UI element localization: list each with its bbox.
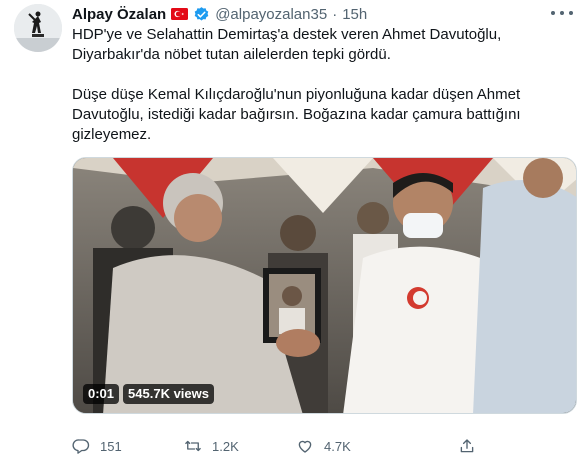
share-button[interactable] bbox=[458, 437, 476, 455]
reply-button[interactable]: 151 bbox=[72, 437, 184, 455]
tweet-text: HDP'ye ve Selahattin Demirtaş'a destek v… bbox=[72, 25, 572, 145]
tweet-text-line: Düşe düşe Kemal Kılıçdaroğlu'nun piyonlu… bbox=[72, 86, 521, 103]
tweet-text-line: Davutoğlu, istediği kadar bağırsın. Boğa… bbox=[72, 106, 521, 123]
separator-dot: · bbox=[332, 5, 338, 23]
retweet-icon bbox=[185, 440, 201, 452]
video-player[interactable]: 0:01 545.7K views bbox=[72, 157, 577, 414]
retweet-count: 1.2K bbox=[212, 438, 239, 454]
heart-icon bbox=[298, 440, 312, 453]
like-count: 4.7K bbox=[324, 438, 351, 454]
verified-badge-icon bbox=[194, 6, 209, 21]
tweet-header: Alpay Özalan @alpayozalan35 · 15h bbox=[72, 4, 367, 24]
reply-count: 151 bbox=[100, 438, 122, 454]
video-time: 0:01 bbox=[83, 384, 120, 404]
author-handle[interactable]: @alpayozalan35 bbox=[215, 6, 327, 23]
tweet-timestamp[interactable]: 15h bbox=[342, 6, 367, 23]
tweet-text-line: Diyarbakır'da nöbet tutan ailelerden tep… bbox=[72, 46, 391, 63]
video-thumbnail bbox=[73, 158, 576, 413]
video-views: 545.7K views bbox=[123, 384, 214, 404]
like-button[interactable]: 4.7K bbox=[296, 437, 408, 455]
avatar-image bbox=[14, 4, 62, 52]
video-overlay: 0:01 545.7K views bbox=[83, 384, 214, 404]
author-name[interactable]: Alpay Özalan bbox=[72, 6, 166, 23]
retweet-button[interactable]: 1.2K bbox=[184, 437, 296, 455]
tweet-text-line: gizleyemez. bbox=[72, 126, 152, 143]
tweet-actions: 151 1.2K 4.7K bbox=[72, 434, 577, 458]
turkey-flag-icon bbox=[171, 8, 189, 20]
more-options-icon[interactable] bbox=[551, 6, 573, 20]
reply-icon bbox=[72, 439, 90, 454]
share-icon bbox=[460, 439, 474, 453]
tweet-text-line: HDP'ye ve Selahattin Demirtaş'a destek v… bbox=[72, 26, 502, 43]
avatar[interactable] bbox=[14, 4, 62, 52]
